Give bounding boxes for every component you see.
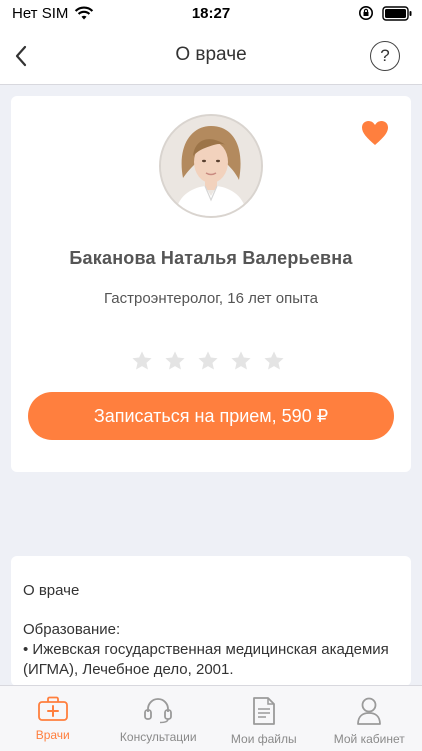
tab-label: Мой кабинет <box>334 732 405 746</box>
star-icon[interactable] <box>131 350 153 372</box>
status-bar: Нет SIM 18:27 <box>0 0 422 28</box>
navigation-bar: О враче ? <box>0 28 422 85</box>
first-aid-kit-icon <box>37 696 69 722</box>
page-title: О враче <box>0 44 422 66</box>
tab-label: Мои файлы <box>231 732 297 746</box>
star-icon[interactable] <box>197 350 219 372</box>
doctor-name: Баканова Наталья Валерьевна <box>11 248 411 269</box>
education-label: Образование: <box>23 620 395 640</box>
headset-icon <box>143 696 173 724</box>
doctor-specialty: Гастроэнтеролог, 16 лет опыта <box>11 290 411 307</box>
tab-label: Консультации <box>120 730 197 744</box>
education-item: • Ижевская государственная медицинская а… <box>23 640 395 680</box>
tab-bar: Врачи Консультации Мои файлы Мой кабинет <box>0 685 422 751</box>
tab-consultations[interactable]: Консультации <box>106 686 212 751</box>
tab-label: Врачи <box>36 728 70 742</box>
doctor-avatar <box>159 114 263 218</box>
rating-stars <box>131 350 285 372</box>
star-icon[interactable] <box>230 350 252 372</box>
document-icon <box>251 696 277 726</box>
about-text: Образование: • Ижевская государственная … <box>23 620 395 680</box>
tab-doctors[interactable]: Врачи <box>0 686 106 751</box>
star-icon[interactable] <box>263 350 285 372</box>
tab-my-account[interactable]: Мой кабинет <box>317 686 422 751</box>
user-icon <box>355 696 383 726</box>
doctor-photo <box>161 116 261 216</box>
orientation-lock-icon <box>358 5 374 21</box>
star-icon[interactable] <box>164 350 186 372</box>
help-button[interactable]: ? <box>370 41 400 71</box>
book-appointment-button[interactable]: Записаться на прием, 590 ₽ <box>28 392 394 440</box>
question-mark-icon: ? <box>380 46 389 66</box>
doctor-card: Баканова Наталья Валерьевна Гастроэнтеро… <box>11 96 411 472</box>
favorite-button[interactable] <box>361 120 389 151</box>
about-heading: О враче <box>23 582 79 599</box>
battery-icon <box>382 6 412 21</box>
tab-my-files[interactable]: Мои файлы <box>211 686 317 751</box>
heart-icon <box>361 120 389 146</box>
about-card: О враче Образование: • Ижевская государс… <box>11 556 411 686</box>
